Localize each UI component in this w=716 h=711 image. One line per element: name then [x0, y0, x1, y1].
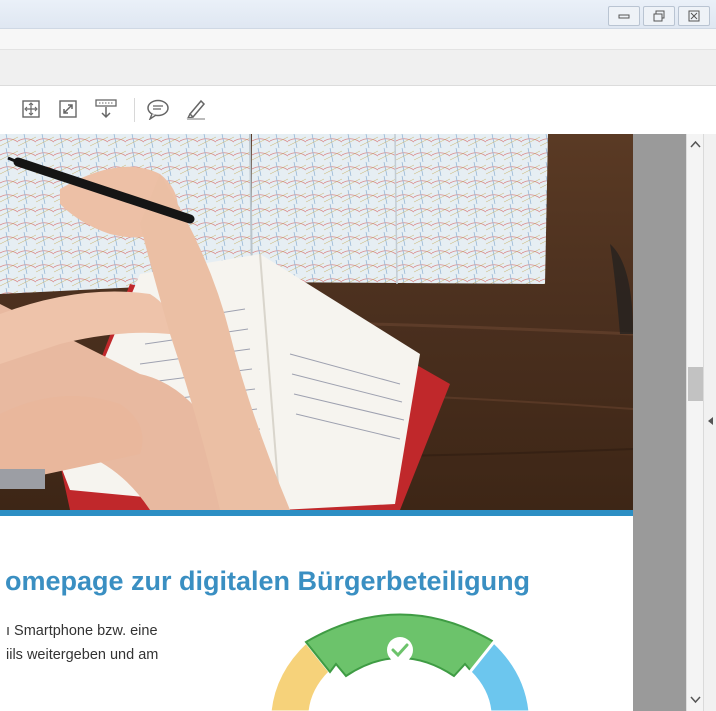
download-icon — [95, 99, 117, 119]
minimize-icon — [618, 14, 630, 19]
fullscreen-icon — [59, 100, 77, 118]
body-paragraph: ı Smartphone bzw. eine iils weitergeben … — [6, 619, 213, 667]
fit-page-icon — [22, 100, 40, 118]
highlight-button[interactable] — [183, 96, 209, 122]
close-icon — [688, 10, 700, 22]
toolbar-separator — [134, 98, 135, 122]
fit-page-button[interactable] — [18, 96, 44, 122]
check-icon — [387, 637, 413, 663]
highlight-icon — [186, 99, 206, 120]
vertical-scrollbar[interactable] — [686, 134, 704, 711]
restore-button[interactable] — [643, 6, 675, 26]
restore-icon — [653, 10, 665, 22]
paragraph-line: ı Smartphone bzw. eine — [6, 623, 158, 639]
document-page: omepage zur digitalen Bürgerbeteiligung … — [0, 134, 633, 711]
collapse-arrow-icon — [708, 417, 713, 425]
comment-button[interactable] — [145, 96, 171, 122]
address-strip — [0, 29, 716, 50]
window-titlebar — [0, 0, 716, 29]
scroll-up-icon[interactable] — [690, 140, 701, 148]
comment-icon — [147, 99, 169, 120]
viewer-toolbar — [0, 86, 716, 135]
close-button[interactable] — [678, 6, 710, 26]
side-panel-toggle[interactable] — [703, 134, 716, 711]
fullscreen-button[interactable] — [55, 96, 81, 122]
download-button[interactable] — [93, 96, 119, 122]
section-heading: omepage zur digitalen Bürgerbeteiligung — [5, 566, 531, 596]
tab-strip — [0, 50, 716, 86]
paragraph-line: iils weitergeben und am — [6, 647, 159, 663]
page-gutter — [633, 134, 686, 711]
participation-diagram — [268, 613, 532, 711]
scroll-down-icon[interactable] — [690, 696, 701, 704]
window-controls — [608, 6, 710, 26]
scrollbar-thumb[interactable] — [688, 367, 703, 401]
accent-bar — [0, 510, 633, 516]
hero-photo — [0, 134, 633, 510]
minimize-button[interactable] — [608, 6, 640, 26]
